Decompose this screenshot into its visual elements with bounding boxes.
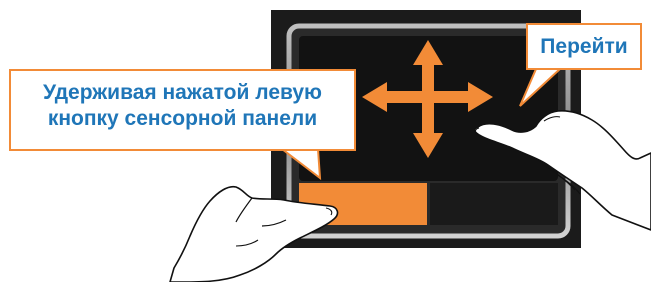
hold-button-callout: Удерживая нажатой левую кнопку сенсорной…	[9, 69, 356, 151]
hold-callout-line-2: кнопку сенсорной панели	[47, 107, 318, 131]
hold-callout-line-1: Удерживая нажатой левую	[42, 81, 322, 104]
touchpad-right-button[interactable]	[430, 183, 558, 225]
touchpad-illustration: Удерживая нажатой левую кнопку сенсорной…	[0, 0, 651, 282]
move-callout-text: Перейти	[540, 35, 628, 58]
move-callout: Перейти	[526, 23, 642, 70]
